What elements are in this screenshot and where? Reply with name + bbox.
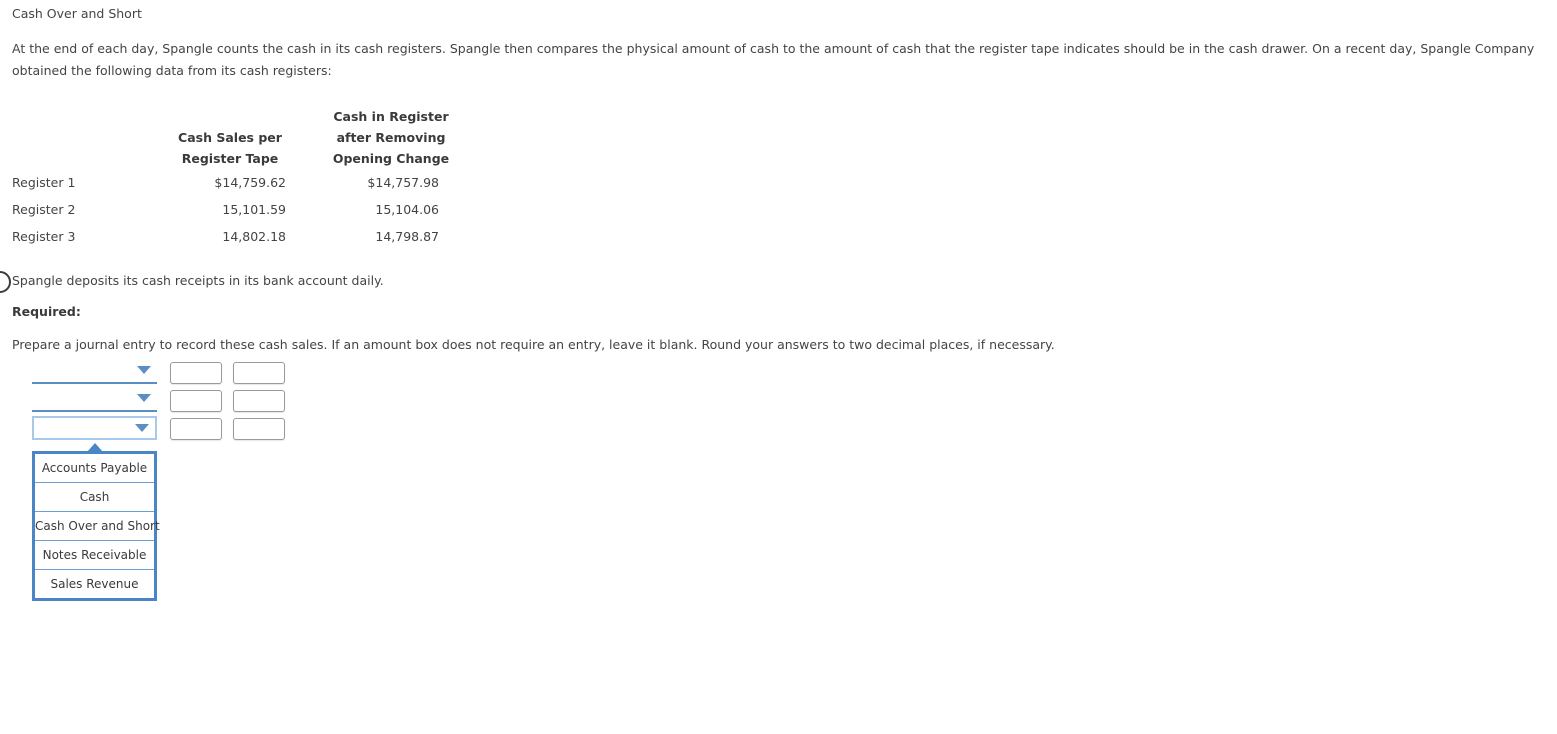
column-header-cash-sales-line2: Register Tape bbox=[181, 151, 279, 166]
table-header-row: Cash Sales per Register Tape Cash in Reg… bbox=[6, 106, 474, 169]
row-label-register-2: Register 2 bbox=[12, 202, 76, 217]
caret-up-icon bbox=[87, 443, 103, 452]
chevron-down-icon bbox=[137, 366, 151, 374]
column-header-cash-in-register-line1: Cash in Register bbox=[333, 109, 449, 124]
cell-cash-sales-register-1: $14,759.62 bbox=[214, 175, 286, 190]
intro-paragraph: At the end of each day, Spangle counts t… bbox=[12, 41, 1535, 78]
cell-cash-sales-register-2: 15,101.59 bbox=[222, 202, 286, 217]
page-title: Cash Over and Short bbox=[12, 6, 142, 21]
debit-amount-input-row-3[interactable] bbox=[170, 418, 222, 440]
credit-amount-input-row-3[interactable] bbox=[233, 418, 285, 440]
credit-amount-input-row-1[interactable] bbox=[233, 362, 285, 384]
table-row: Register 3 14,802.18 14,798.87 bbox=[6, 223, 474, 250]
debit-amount-input-row-2[interactable] bbox=[170, 390, 222, 412]
register-data-table: Cash Sales per Register Tape Cash in Reg… bbox=[6, 106, 474, 250]
row-label-register-1: Register 1 bbox=[12, 175, 76, 190]
account-dropdown-menu: Accounts Payable Cash Cash Over and Shor… bbox=[32, 443, 160, 601]
dropdown-option-accounts-payable[interactable]: Accounts Payable bbox=[35, 454, 154, 483]
account-select-row-3[interactable] bbox=[32, 416, 157, 440]
account-dropdown-list: Accounts Payable Cash Cash Over and Shor… bbox=[32, 451, 160, 601]
table-row: Register 1 $14,759.62 $14,757.98 bbox=[6, 169, 474, 196]
column-header-cash-in-register-line3: Opening Change bbox=[332, 151, 450, 166]
account-select-row-2[interactable] bbox=[32, 390, 157, 412]
chevron-down-icon bbox=[135, 424, 149, 432]
dropdown-option-cash[interactable]: Cash bbox=[35, 483, 154, 512]
row-label-register-3: Register 3 bbox=[12, 229, 76, 244]
debit-amount-input-row-1[interactable] bbox=[170, 362, 222, 384]
cell-cash-in-register-register-1: $14,757.98 bbox=[367, 175, 439, 190]
table-corner-header bbox=[6, 106, 152, 169]
cell-cash-in-register-register-3: 14,798.87 bbox=[375, 229, 439, 244]
table-row: Register 2 15,101.59 15,104.06 bbox=[6, 196, 474, 223]
edge-circle-marker bbox=[0, 271, 11, 293]
dropdown-option-notes-receivable[interactable]: Notes Receivable bbox=[35, 541, 154, 570]
column-header-cash-sales-line1: Cash Sales per bbox=[178, 130, 282, 145]
account-select-row-1[interactable] bbox=[32, 362, 157, 384]
column-header-cash-in-register: Cash in Register after Removing Opening … bbox=[308, 106, 474, 169]
cell-cash-in-register-register-2: 15,104.06 bbox=[375, 202, 439, 217]
column-header-cash-in-register-line2: after Removing bbox=[336, 130, 446, 145]
credit-amount-input-row-2[interactable] bbox=[233, 390, 285, 412]
instruction-text: Prepare a journal entry to record these … bbox=[12, 337, 1055, 352]
chevron-down-icon bbox=[137, 394, 151, 402]
deposit-note: Spangle deposits its cash receipts in it… bbox=[12, 273, 384, 288]
dropdown-option-cash-over-and-short[interactable]: Cash Over and Short bbox=[35, 512, 160, 541]
column-header-cash-sales: Cash Sales per Register Tape bbox=[152, 106, 308, 169]
required-label: Required: bbox=[12, 304, 81, 319]
cell-cash-sales-register-3: 14,802.18 bbox=[222, 229, 286, 244]
dropdown-option-sales-revenue[interactable]: Sales Revenue bbox=[35, 570, 154, 598]
